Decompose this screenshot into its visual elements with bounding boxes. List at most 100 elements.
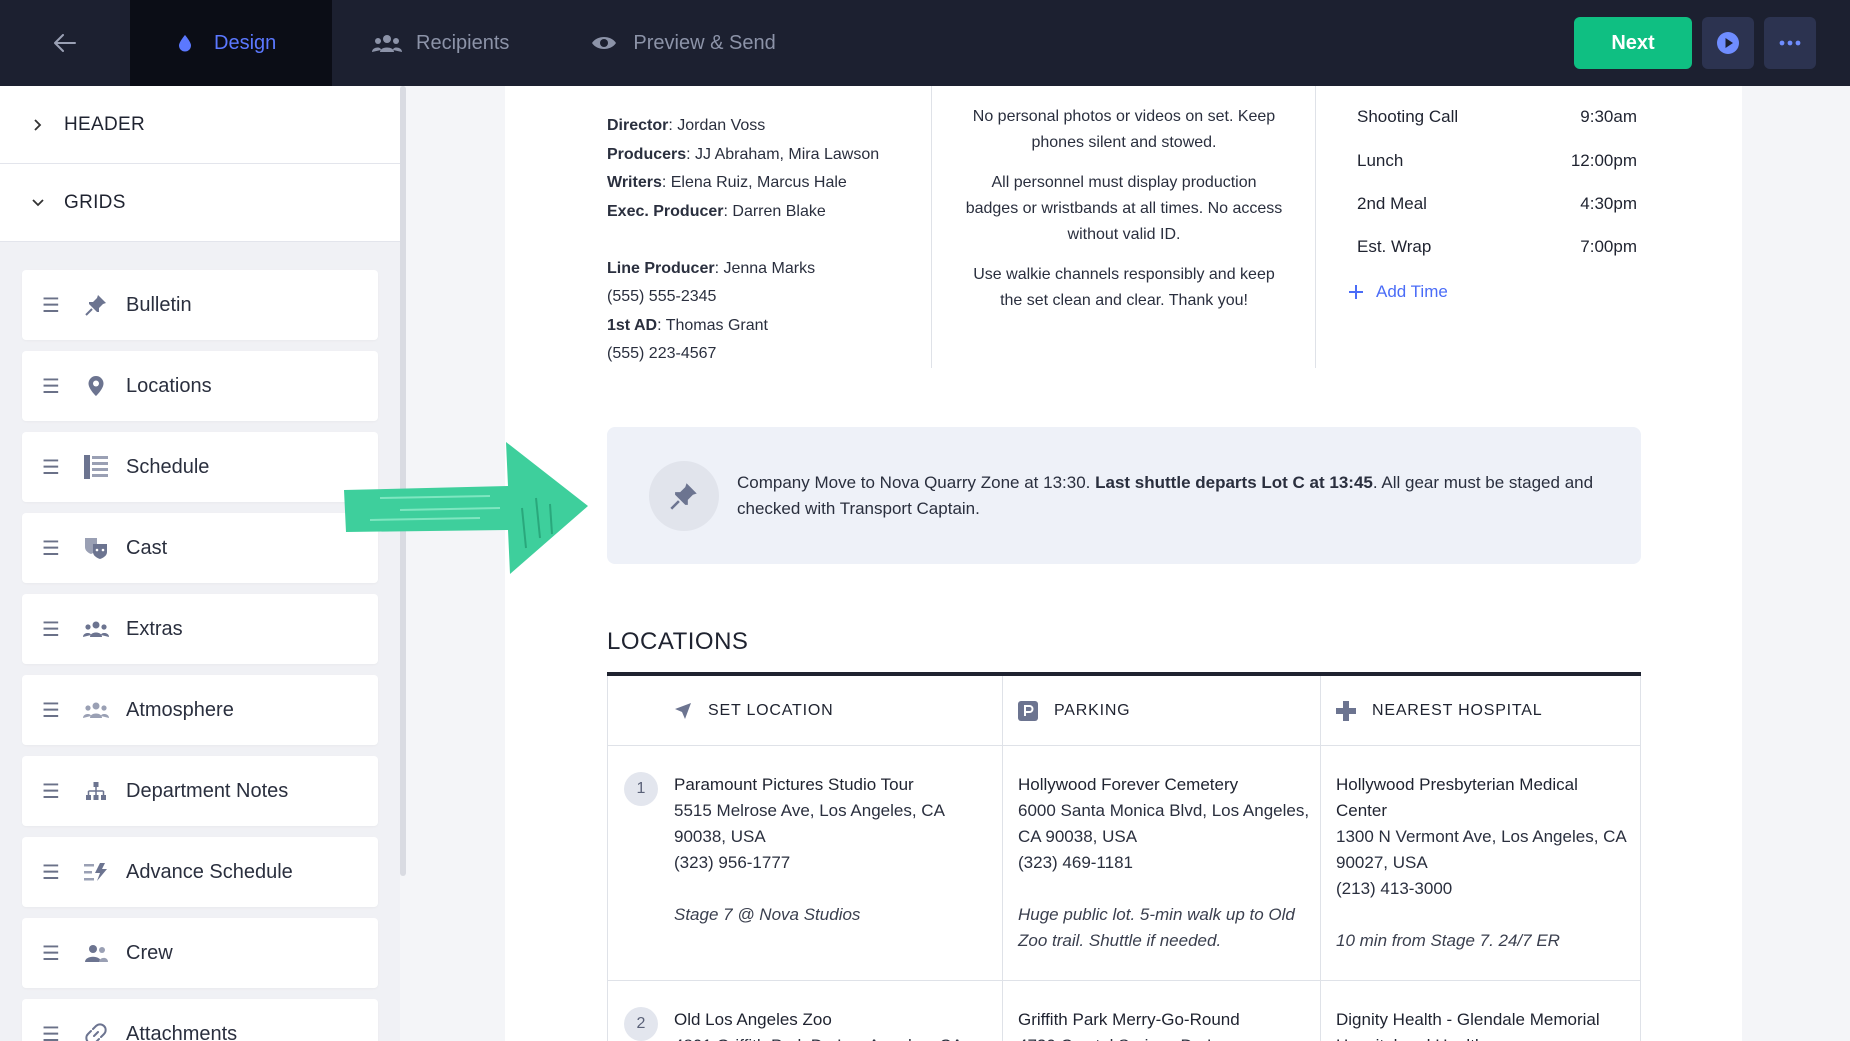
drag-handle-icon[interactable]: ☰	[36, 941, 66, 966]
drop-icon	[170, 34, 200, 52]
tab-recipients[interactable]: Recipients	[332, 0, 549, 86]
more-options-button[interactable]	[1764, 17, 1816, 69]
back-button[interactable]	[0, 0, 130, 86]
green-arrow-annotation	[344, 442, 588, 574]
time-row-second-meal[interactable]: 2nd Meal 4:30pm	[1357, 194, 1637, 214]
hospital-cell: Dignity Health - Glendale Memorial Hospi…	[1336, 1010, 1600, 1041]
pin-icon	[66, 294, 126, 316]
time-row-lunch[interactable]: Lunch 12:00pm	[1357, 151, 1637, 171]
column-divider	[931, 86, 932, 368]
add-time-button[interactable]: Add Time	[1348, 282, 1448, 302]
sidebar-item-atmosphere[interactable]: ☰ Atmosphere	[22, 675, 378, 745]
section-grids-label: GRIDS	[64, 191, 126, 213]
drag-handle-icon[interactable]: ☰	[36, 1022, 66, 1041]
line-producer-phone: (555) 555-2345	[607, 288, 717, 305]
sidebar-item-schedule[interactable]: ☰ Schedule	[22, 432, 378, 502]
bulletin-card[interactable]: Company Move to Nova Quarry Zone at 13:3…	[607, 427, 1641, 564]
navigation-arrow-icon	[675, 702, 691, 719]
drag-handle-icon[interactable]: ☰	[36, 617, 66, 642]
tab-preview-send-label: Preview & Send	[633, 31, 776, 54]
location-number-badge: 1	[624, 772, 658, 806]
header-set-location: SET LOCATION	[608, 676, 1003, 745]
ellipsis-icon	[1779, 40, 1801, 46]
sidebar-item-label: Bulletin	[126, 293, 192, 316]
location-number-badge: 2	[624, 1007, 658, 1041]
set-rules: No personal photos or videos on set. Kee…	[964, 104, 1284, 328]
next-button[interactable]: Next	[1574, 17, 1692, 69]
arrow-left-icon	[54, 34, 76, 52]
sidebar-item-label: Locations	[126, 374, 212, 397]
bulletin-text: Company Move to Nova Quarry Zone at 13:3…	[737, 473, 1594, 518]
parking-icon	[1018, 700, 1038, 721]
sidebar-item-bulletin[interactable]: ☰ Bulletin	[22, 270, 378, 340]
link-icon	[66, 1023, 126, 1041]
drag-handle-icon[interactable]: ☰	[36, 455, 66, 480]
header-nearest-hospital: NEAREST HOSPITAL	[1321, 676, 1640, 745]
sidebar-item-label: Attachments	[126, 1022, 238, 1041]
sidebar-item-label: Advance Schedule	[126, 860, 293, 883]
sidebar-item-label: Atmosphere	[126, 698, 234, 721]
sidebar-item-cast[interactable]: ☰ Cast	[22, 513, 378, 583]
sidebar-item-crew[interactable]: ☰ Crew	[22, 918, 378, 988]
top-navigation-bar: Design Recipients Preview & Send Next	[0, 0, 1850, 86]
pin-icon	[649, 461, 719, 531]
drag-handle-icon[interactable]: ☰	[36, 374, 66, 399]
drag-handle-icon[interactable]: ☰	[36, 536, 66, 561]
sidebar-item-advance-schedule[interactable]: ☰ Advance Schedule	[22, 837, 378, 907]
parking-cell: Hollywood Forever Cemetery 6000 Santa Mo…	[1003, 746, 1321, 980]
rule-text: All personnel must display production ba…	[965, 174, 1283, 243]
set-location-cell: 1 Paramount Pictures Studio Tour 5515 Me…	[608, 746, 1003, 980]
schedule-list-icon	[66, 454, 126, 480]
medical-cross-icon	[1336, 700, 1356, 721]
sidebar-item-label: Extras	[126, 617, 183, 640]
tab-design[interactable]: Design	[130, 0, 332, 86]
grid-list: ☰ Bulletin ☰ Locations ☰ Schedule ☰ Cast…	[0, 242, 400, 1041]
locations-table-header: SET LOCATION PARKING NEAREST HOSPITAL	[607, 676, 1641, 746]
sidebar-item-label: Crew	[126, 941, 173, 964]
locations-table: SET LOCATION PARKING NEAREST HOSPITAL 1 …	[607, 672, 1641, 1041]
crowd-icon	[66, 701, 126, 719]
section-header-label: HEADER	[64, 113, 145, 135]
tab-recipients-label: Recipients	[416, 31, 510, 54]
set-location-cell: 2 Old Los Angeles Zoo 4801 Griffith Park…	[608, 981, 1003, 1041]
tab-preview-send[interactable]: Preview & Send	[549, 0, 815, 86]
play-circle-icon	[1717, 32, 1739, 54]
sidebar-item-extras[interactable]: ☰ Extras	[22, 594, 378, 664]
org-chart-icon	[66, 781, 126, 801]
hospital-cell: Hollywood Presbyterian Medical Center 13…	[1336, 775, 1626, 950]
sidebar-item-label: Schedule	[126, 455, 210, 478]
chevron-right-icon	[30, 118, 46, 131]
section-grids-toggle[interactable]: GRIDS	[0, 164, 400, 242]
rule-text: Use walkie channels responsibly and keep…	[973, 266, 1275, 309]
drag-handle-icon[interactable]: ☰	[36, 698, 66, 723]
sidebar-item-locations[interactable]: ☰ Locations	[22, 351, 378, 421]
sidebar-item-label: Cast	[126, 536, 168, 559]
theater-masks-icon	[66, 536, 126, 560]
first-ad-phone: (555) 223-4567	[607, 345, 717, 362]
drag-handle-icon[interactable]: ☰	[36, 860, 66, 885]
people-icon	[372, 34, 402, 52]
chevron-down-icon	[30, 198, 46, 207]
time-row-est-wrap[interactable]: Est. Wrap 7:00pm	[1357, 237, 1637, 257]
group-icon	[66, 620, 126, 638]
locations-title: LOCATIONS	[607, 628, 749, 655]
table-row[interactable]: 1 Paramount Pictures Studio Tour 5515 Me…	[607, 746, 1641, 981]
plus-icon	[1349, 285, 1363, 299]
table-row[interactable]: 2 Old Los Angeles Zoo 4801 Griffith Park…	[607, 981, 1641, 1041]
play-preview-button[interactable]	[1702, 17, 1754, 69]
location-pin-icon	[66, 375, 126, 397]
time-row-shooting-call[interactable]: Shooting Call 9:30am	[1357, 107, 1637, 127]
eye-icon	[589, 35, 619, 51]
sidebar-item-attachments[interactable]: ☰ Attachments	[22, 999, 378, 1041]
header-parking: PARKING	[1003, 676, 1321, 745]
fast-forward-list-icon	[66, 862, 126, 882]
drag-handle-icon[interactable]: ☰	[36, 293, 66, 318]
drag-handle-icon[interactable]: ☰	[36, 779, 66, 804]
sidebar-item-department-notes[interactable]: ☰ Department Notes	[22, 756, 378, 826]
crew-icon	[66, 944, 126, 962]
column-divider	[1315, 86, 1316, 368]
production-info: Director: Jordan Voss Producers: JJ Abra…	[607, 112, 879, 369]
sidebar-item-label: Department Notes	[126, 779, 289, 802]
section-header-toggle[interactable]: HEADER	[0, 86, 400, 164]
rule-text: No personal photos or videos on set. Kee…	[972, 108, 1276, 151]
